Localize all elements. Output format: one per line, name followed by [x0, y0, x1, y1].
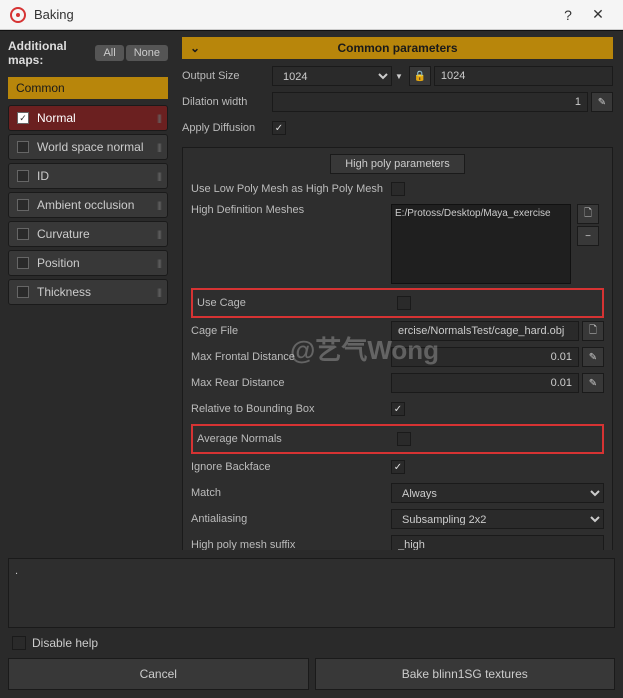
match-label: Match: [191, 487, 391, 499]
check-icon: [17, 141, 29, 153]
remove-icon[interactable]: −: [577, 226, 599, 246]
window-title: Baking: [34, 7, 553, 22]
check-icon: [17, 257, 29, 269]
ignore-backface-label: Ignore Backface: [191, 461, 391, 473]
match-select[interactable]: Always: [391, 483, 604, 503]
nav-normal[interactable]: ✓ Normal |||: [8, 105, 168, 131]
relative-bbox-checkbox[interactable]: ✓: [391, 402, 405, 416]
check-icon: ✓: [17, 112, 29, 124]
options-icon[interactable]: |||: [157, 287, 161, 297]
high-def-meshes-label: High Definition Meshes: [191, 204, 391, 216]
check-icon: [17, 228, 29, 240]
disable-help-label: Disable help: [32, 636, 98, 650]
antialiasing-select[interactable]: Subsampling 2x2: [391, 509, 604, 529]
output-height-input[interactable]: [434, 66, 613, 86]
file-browse-icon[interactable]: 🗋: [582, 321, 604, 341]
chevron-down-icon: ⌄: [190, 41, 200, 55]
edit-icon[interactable]: ✎: [582, 373, 604, 393]
max-frontal-label: Max Frontal Distance: [191, 351, 391, 363]
nav-label: Normal: [37, 111, 76, 125]
relative-bbox-label: Relative to Bounding Box: [191, 403, 391, 415]
subsection-title: High poly parameters: [330, 154, 465, 174]
chevron-down-icon: ▼: [395, 72, 403, 81]
cage-file-label: Cage File: [191, 325, 391, 337]
average-normals-checkbox[interactable]: [397, 432, 411, 446]
bake-button[interactable]: Bake blinn1SG textures: [315, 658, 616, 690]
output-width-select[interactable]: 1024: [272, 66, 392, 86]
apply-diffusion-label: Apply Diffusion: [182, 122, 272, 134]
nav-label: Position: [37, 256, 80, 270]
max-rear-input[interactable]: [391, 373, 579, 393]
help-button[interactable]: ?: [553, 7, 583, 23]
use-low-poly-label: Use Low Poly Mesh as High Poly Mesh: [191, 183, 391, 195]
use-cage-checkbox[interactable]: [397, 296, 411, 310]
content-panel: ⌄ Common parameters Output Size 1024 ▼ 🔒…: [176, 31, 623, 550]
disable-help-checkbox[interactable]: [12, 636, 26, 650]
dilation-label: Dilation width: [182, 96, 272, 108]
all-button[interactable]: All: [95, 45, 123, 61]
section-common[interactable]: Common: [8, 77, 168, 99]
options-icon[interactable]: |||: [157, 200, 161, 210]
edit-icon[interactable]: ✎: [582, 347, 604, 367]
titlebar: Baking ? ✕: [0, 0, 623, 30]
nav-label: World space normal: [37, 140, 144, 154]
app-icon: [10, 7, 26, 23]
high-suffix-input[interactable]: [391, 535, 604, 550]
cage-file-input[interactable]: [391, 321, 579, 341]
ignore-backface-checkbox[interactable]: ✓: [391, 460, 405, 474]
nav-id[interactable]: ID |||: [8, 163, 168, 189]
max-rear-label: Max Rear Distance: [191, 377, 391, 389]
dilation-input[interactable]: [272, 92, 588, 112]
check-icon: [17, 286, 29, 298]
nav-position[interactable]: Position |||: [8, 250, 168, 276]
panel-header[interactable]: ⌄ Common parameters: [182, 37, 613, 59]
bottom-panel: . Disable help Cancel Bake blinn1SG text…: [0, 550, 623, 698]
nav-label: Thickness: [37, 285, 91, 299]
apply-diffusion-checkbox[interactable]: ✓: [272, 121, 286, 135]
additional-maps-label: Additional maps:: [8, 39, 87, 67]
sidebar: Additional maps: All None Common ✓ Norma…: [0, 31, 176, 550]
edit-icon[interactable]: ✎: [591, 92, 613, 112]
lock-button[interactable]: 🔒: [409, 66, 431, 86]
highlight-use-cage: Use Cage: [191, 288, 604, 318]
use-cage-label: Use Cage: [197, 297, 397, 309]
options-icon[interactable]: |||: [157, 113, 161, 123]
use-low-poly-checkbox[interactable]: [391, 182, 405, 196]
high-suffix-label: High poly mesh suffix: [191, 539, 391, 550]
cancel-button[interactable]: Cancel: [8, 658, 309, 690]
options-icon[interactable]: |||: [157, 171, 161, 181]
file-browse-icon[interactable]: 🗋: [577, 204, 599, 224]
antialiasing-label: Antialiasing: [191, 513, 391, 525]
nav-label: Ambient occlusion: [37, 198, 134, 212]
output-size-label: Output Size: [182, 70, 272, 82]
nav-curvature[interactable]: Curvature |||: [8, 221, 168, 247]
panel-title: Common parameters: [337, 41, 457, 55]
nav-label: Curvature: [37, 227, 90, 241]
high-poly-subsection: High poly parameters Use Low Poly Mesh a…: [182, 147, 613, 550]
average-normals-label: Average Normals: [197, 433, 397, 445]
options-icon[interactable]: |||: [157, 142, 161, 152]
nav-thickness[interactable]: Thickness |||: [8, 279, 168, 305]
max-frontal-input[interactable]: [391, 347, 579, 367]
check-icon: [17, 199, 29, 211]
close-button[interactable]: ✕: [583, 6, 613, 23]
options-icon[interactable]: |||: [157, 258, 161, 268]
help-textbox: .: [8, 558, 615, 628]
highlight-average-normals: Average Normals: [191, 424, 604, 454]
check-icon: [17, 170, 29, 182]
nav-world-space-normal[interactable]: World space normal |||: [8, 134, 168, 160]
nav-label: ID: [37, 169, 49, 183]
none-button[interactable]: None: [126, 45, 168, 61]
high-def-meshes-input[interactable]: E:/Protoss/Desktop/Maya_exercise: [391, 204, 571, 284]
nav-ambient-occlusion[interactable]: Ambient occlusion |||: [8, 192, 168, 218]
options-icon[interactable]: |||: [157, 229, 161, 239]
